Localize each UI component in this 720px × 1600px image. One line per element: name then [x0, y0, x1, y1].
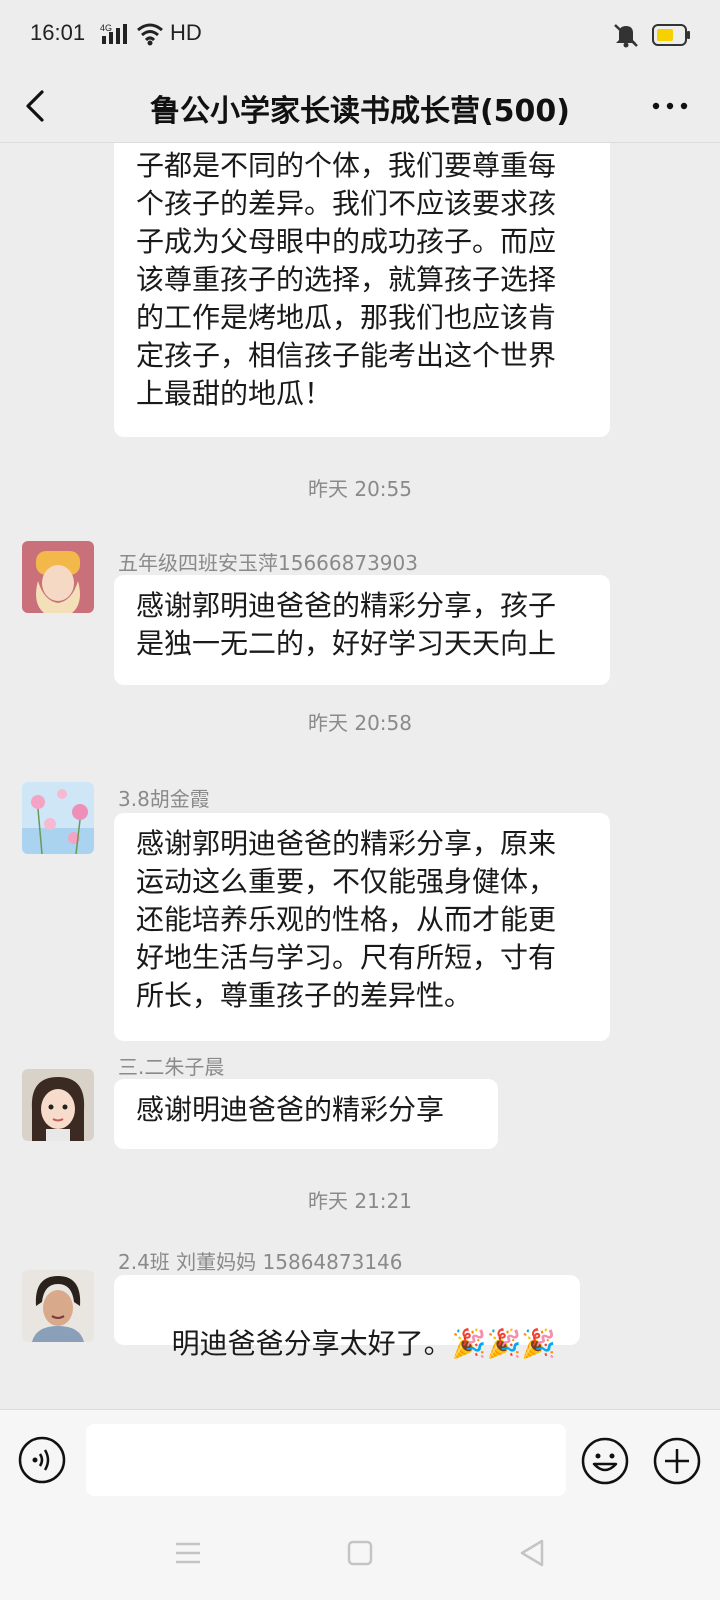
avatar[interactable]: [22, 541, 94, 613]
message-timestamp: 昨天 20:58: [308, 711, 412, 735]
message-bubble[interactable]: 感谢明迪爸爸的精彩分享: [114, 1079, 498, 1149]
message-text: 明迪爸爸分享太好了。: [171, 1327, 452, 1360]
avatar[interactable]: [22, 1069, 94, 1141]
message-input[interactable]: [86, 1424, 566, 1496]
party-popper-emoji: 🎉🎉🎉: [451, 1327, 557, 1360]
message-timestamp: 昨天 20:55: [308, 477, 412, 501]
sender-name: 2.4班 刘董妈妈 15864873146: [118, 1250, 403, 1274]
hd-label: HD: [170, 20, 202, 45]
signal-icon: 4G: [100, 22, 130, 50]
back-chevron-icon[interactable]: [20, 84, 60, 128]
avatar[interactable]: [22, 782, 94, 854]
home-square-icon[interactable]: [347, 1540, 373, 1566]
message-bubble[interactable]: 感谢郭明迪爸爸的精彩分享，孩子 是独一无二的，好好学习天天向上: [114, 575, 610, 685]
back-triangle-icon[interactable]: [518, 1538, 546, 1568]
battery-icon: [652, 24, 692, 50]
message-input-bar: [0, 1409, 720, 1510]
sender-name: 五年级四班安玉萍15666873903: [118, 551, 418, 575]
status-bar: 16:01 4G HD: [0, 0, 720, 70]
message-bubble[interactable]: 感谢郭明迪爸爸的精彩分享，原来 运动这么重要，不仅能强身健体， 还能培养乐观的性…: [114, 813, 610, 1041]
chat-title: 鲁公小学家长读书成长营(500): [149, 94, 571, 129]
chat-header: 鲁公小学家长读书成长营(500): [0, 70, 720, 143]
plus-circle-icon[interactable]: [652, 1436, 702, 1486]
wifi-icon: [136, 22, 164, 50]
voice-icon[interactable]: [18, 1436, 66, 1484]
mute-bell-icon: [612, 22, 640, 52]
more-dots-icon[interactable]: [648, 84, 692, 128]
menu-icon[interactable]: [174, 1540, 202, 1566]
message-bubble[interactable]: 子都是不同的个体，我们要尊重每 个孩子的差异。我们不应该要求孩 子成为父母眼中的…: [114, 143, 610, 437]
message-timestamp: 昨天 21:21: [308, 1189, 412, 1213]
sender-name: 3.8胡金霞: [118, 787, 210, 811]
smiley-icon[interactable]: [580, 1436, 630, 1486]
sender-name: 三.二朱子晨: [118, 1055, 225, 1079]
avatar[interactable]: [22, 1270, 94, 1342]
status-time: 16:01: [30, 20, 86, 45]
system-nav-bar: [0, 1510, 720, 1600]
signal-label: 4G: [100, 23, 112, 33]
chat-messages[interactable]: 子都是不同的个体，我们要尊重每 个孩子的差异。我们不应该要求孩 子成为父母眼中的…: [0, 143, 720, 1408]
message-bubble[interactable]: 明迪爸爸分享太好了。🎉🎉🎉: [114, 1275, 580, 1360]
